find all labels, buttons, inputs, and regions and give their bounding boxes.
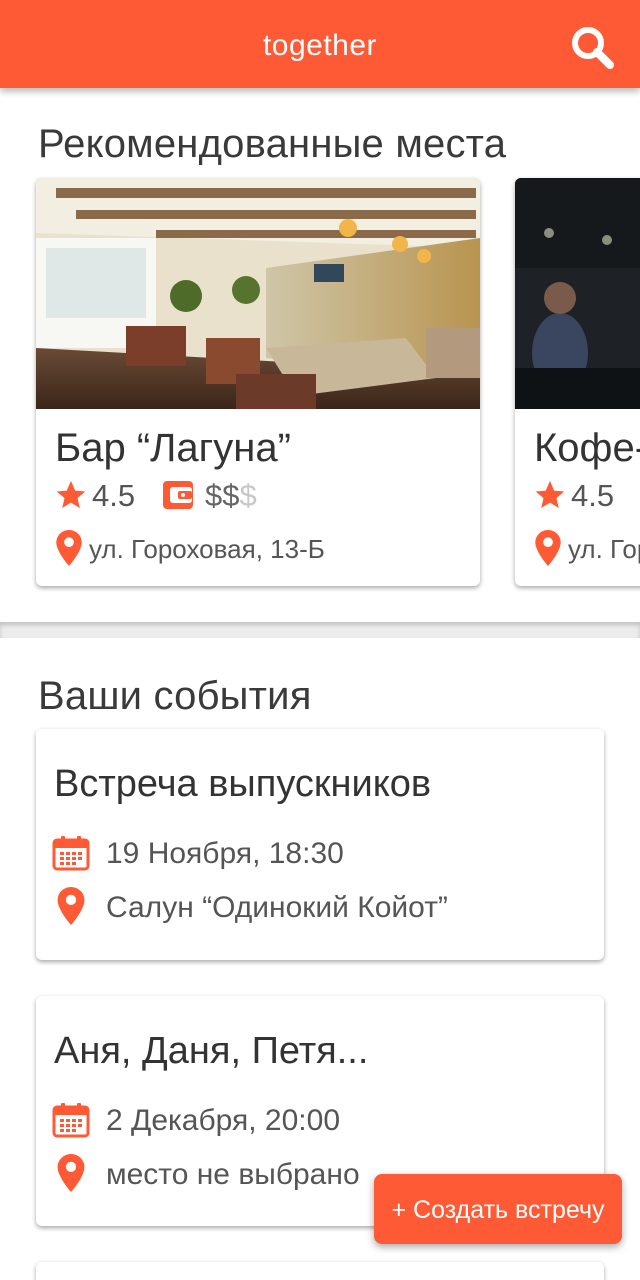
place-photo xyxy=(515,178,640,409)
app-title: together xyxy=(262,29,378,62)
event-card[interactable] xyxy=(36,1262,604,1280)
calendar-icon xyxy=(52,1103,90,1138)
recommended-places-section: Рекомендованные места Бар “Лагуна” 4.5 $… xyxy=(0,100,640,622)
wallet-icon xyxy=(163,481,193,509)
create-meeting-button[interactable]: + Создать встречу xyxy=(374,1174,622,1244)
location-pin-icon xyxy=(535,530,561,566)
event-place: место не выбрано xyxy=(106,1158,360,1191)
place-rating: 4.5 xyxy=(571,478,615,513)
location-pin-icon xyxy=(56,530,82,566)
star-icon xyxy=(535,480,565,509)
app-bar: together xyxy=(0,0,640,88)
events-section-title: Ваши события xyxy=(38,674,312,718)
place-name: Кофе- xyxy=(534,426,640,470)
price-level: $$ xyxy=(205,478,240,513)
event-date: 19 Ноября, 18:30 xyxy=(106,837,344,870)
search-button[interactable] xyxy=(566,22,620,70)
place-card[interactable]: Кофе- 4.5 ул. Гор xyxy=(515,178,640,586)
place-address: ул. Гор xyxy=(568,534,640,564)
event-title: Встреча выпускников xyxy=(54,763,432,805)
place-photo xyxy=(36,178,480,409)
place-name: Бар “Лагуна” xyxy=(55,426,291,470)
event-card[interactable]: Встреча выпускников 19 Ноября, 18:30 Сал… xyxy=(36,729,604,960)
place-price: $$$ xyxy=(205,478,257,514)
calendar-icon xyxy=(52,836,90,871)
event-date: 2 Декабря, 20:00 xyxy=(106,1104,341,1137)
place-card[interactable]: Бар “Лагуна” 4.5 $$$ ул. Гороховая, 13-Б xyxy=(36,178,480,586)
place-rating: 4.5 xyxy=(92,478,136,513)
place-address: ул. Гороховая, 13-Б xyxy=(89,534,325,564)
price-level-inactive: $ xyxy=(239,478,257,513)
section-divider xyxy=(0,622,640,638)
recommended-places-title: Рекомендованные места xyxy=(38,122,507,166)
star-icon xyxy=(56,480,86,509)
event-title: Аня, Даня, Петя... xyxy=(54,1030,369,1072)
location-pin-icon xyxy=(57,887,85,925)
location-pin-icon xyxy=(57,1154,85,1192)
event-place: Салун “Одинокий Койот” xyxy=(106,891,448,924)
search-icon xyxy=(572,27,614,69)
